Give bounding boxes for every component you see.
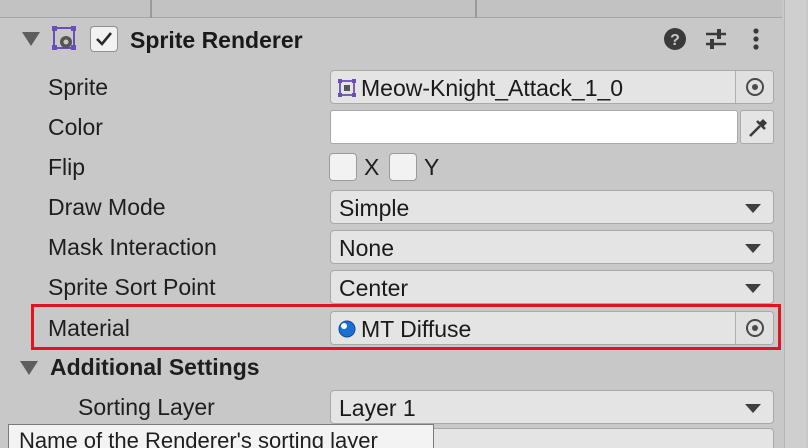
sprite-label: Sprite [48, 74, 109, 100]
sorting-layer-dropdown[interactable]: Layer 1 [330, 390, 774, 424]
sprite-renderer-icon [52, 26, 76, 50]
eyedropper-button[interactable] [740, 110, 774, 144]
mask-interaction-value: None [339, 235, 394, 261]
row-sprite: Sprite Meow-Knight_Attack_1_0 [0, 67, 782, 107]
dropdown-arrow-icon [745, 284, 761, 293]
material-icon [338, 320, 356, 338]
divider [475, 0, 477, 18]
draw-mode-value: Simple [339, 195, 410, 221]
color-label: Color [48, 114, 103, 140]
dropdown-arrow-icon [745, 244, 761, 253]
additional-settings-title: Additional Settings [50, 354, 260, 380]
checkmark-icon [96, 32, 113, 46]
material-label: Material [48, 315, 130, 341]
eyedropper-icon [749, 119, 767, 137]
foldout-arrow-icon[interactable] [22, 32, 40, 46]
draw-mode-dropdown[interactable]: Simple [330, 190, 774, 224]
sprite-icon [338, 79, 356, 97]
kebab-menu-icon[interactable] [743, 26, 769, 52]
row-material: Material MT Diffuse [0, 308, 782, 348]
dropdown-arrow-icon [745, 404, 761, 413]
scrollbar-track[interactable] [782, 0, 808, 448]
divider [150, 0, 152, 18]
sprite-sort-point-value: Center [339, 275, 409, 301]
material-value: MT Diffuse [361, 316, 472, 342]
row-sprite-sort-point: Sprite Sort Point Center [0, 267, 782, 307]
row-flip: Flip X Y [0, 147, 782, 187]
tooltip: Name of the Renderer's sorting layer [8, 424, 434, 448]
sprite-sort-point-label: Sprite Sort Point [48, 274, 216, 300]
flip-x-checkbox[interactable] [329, 153, 357, 181]
row-draw-mode: Draw Mode Simple [0, 187, 782, 227]
row-mask-interaction: Mask Interaction None [0, 227, 782, 267]
component-header[interactable]: Sprite Renderer ? [0, 18, 782, 60]
material-field[interactable]: MT Diffuse [330, 311, 774, 345]
component-title: Sprite Renderer [130, 27, 303, 53]
dropdown-arrow-icon [745, 204, 761, 213]
sorting-layer-value: Layer 1 [339, 395, 416, 421]
svg-text:?: ? [670, 32, 680, 49]
scrollbar-thumb[interactable] [784, 0, 806, 448]
object-picker-button[interactable] [735, 71, 773, 103]
help-icon[interactable]: ? [662, 26, 688, 52]
flip-y-label: Y [424, 154, 440, 180]
sprite-sort-point-dropdown[interactable]: Center [330, 270, 774, 304]
color-swatch[interactable] [330, 110, 738, 144]
flip-x-label: X [364, 154, 380, 180]
component-enabled-checkbox[interactable] [90, 26, 118, 52]
additional-settings-header[interactable]: Additional Settings [0, 348, 782, 388]
previous-component-strip [0, 0, 808, 18]
picker-dot [752, 84, 758, 90]
row-color: Color [0, 107, 782, 147]
sprite-value: Meow-Knight_Attack_1_0 [361, 75, 624, 101]
preset-icon[interactable] [703, 26, 729, 52]
foldout-arrow-icon[interactable] [20, 361, 38, 375]
mask-interaction-label: Mask Interaction [48, 234, 217, 260]
row-sorting-layer: Sorting Layer Layer 1 [0, 387, 782, 427]
object-picker-button[interactable] [735, 312, 773, 344]
sorting-layer-label: Sorting Layer [78, 394, 215, 420]
draw-mode-label: Draw Mode [48, 194, 166, 220]
mask-interaction-dropdown[interactable]: None [330, 230, 774, 264]
picker-dot [752, 325, 758, 331]
sprite-field[interactable]: Meow-Knight_Attack_1_0 [330, 70, 774, 104]
flip-y-checkbox[interactable] [389, 153, 417, 181]
flip-label: Flip [48, 154, 86, 180]
